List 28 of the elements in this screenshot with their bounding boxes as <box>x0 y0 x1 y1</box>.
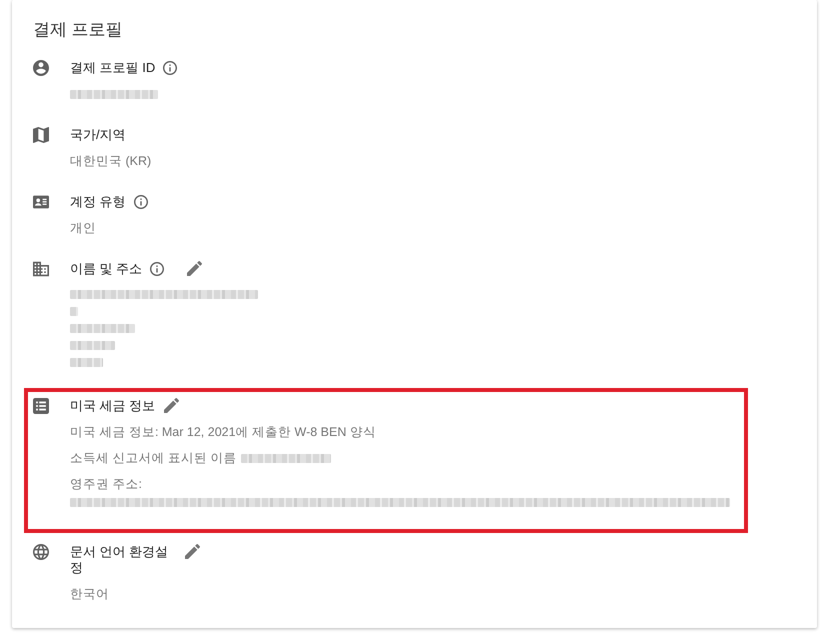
section-label: 문서 언어 환경설정 <box>70 543 170 577</box>
info-icon[interactable] <box>150 262 164 276</box>
section-label: 이름 및 주소 <box>70 260 142 278</box>
edit-icon[interactable] <box>185 544 200 559</box>
field-label: 영주권 주소: <box>70 476 143 493</box>
map-icon <box>33 127 49 143</box>
building-icon <box>33 261 49 277</box>
globe-icon <box>33 544 49 560</box>
contact-card-icon <box>33 194 49 210</box>
section-label: 계정 유형 <box>70 193 126 211</box>
redaction-blur <box>70 358 103 367</box>
field-value: 한국어 <box>70 586 110 603</box>
section-label: 결제 프로필 ID <box>70 59 156 77</box>
redaction-blur <box>70 324 135 333</box>
field-label: 소득세 신고서에 표시된 이름 <box>70 450 236 467</box>
section-label: 국가/지역 <box>70 126 126 144</box>
edit-icon[interactable] <box>187 261 202 276</box>
info-icon[interactable] <box>134 195 148 209</box>
field-value: 대한민국 (KR) <box>70 153 152 170</box>
redaction-blur <box>70 307 78 316</box>
field-value: 미국 세금 정보: Mar 12, 2021에 제출한 W-8 BEN 양식 <box>70 424 377 441</box>
field-value: 개인 <box>70 220 97 237</box>
page-title: 결제 프로필 <box>33 19 124 41</box>
edit-icon[interactable] <box>164 398 180 413</box>
list-icon <box>33 398 49 414</box>
section-label: 미국 세금 정보 <box>70 397 156 415</box>
info-icon[interactable] <box>163 61 178 75</box>
redaction-blur <box>70 341 115 350</box>
